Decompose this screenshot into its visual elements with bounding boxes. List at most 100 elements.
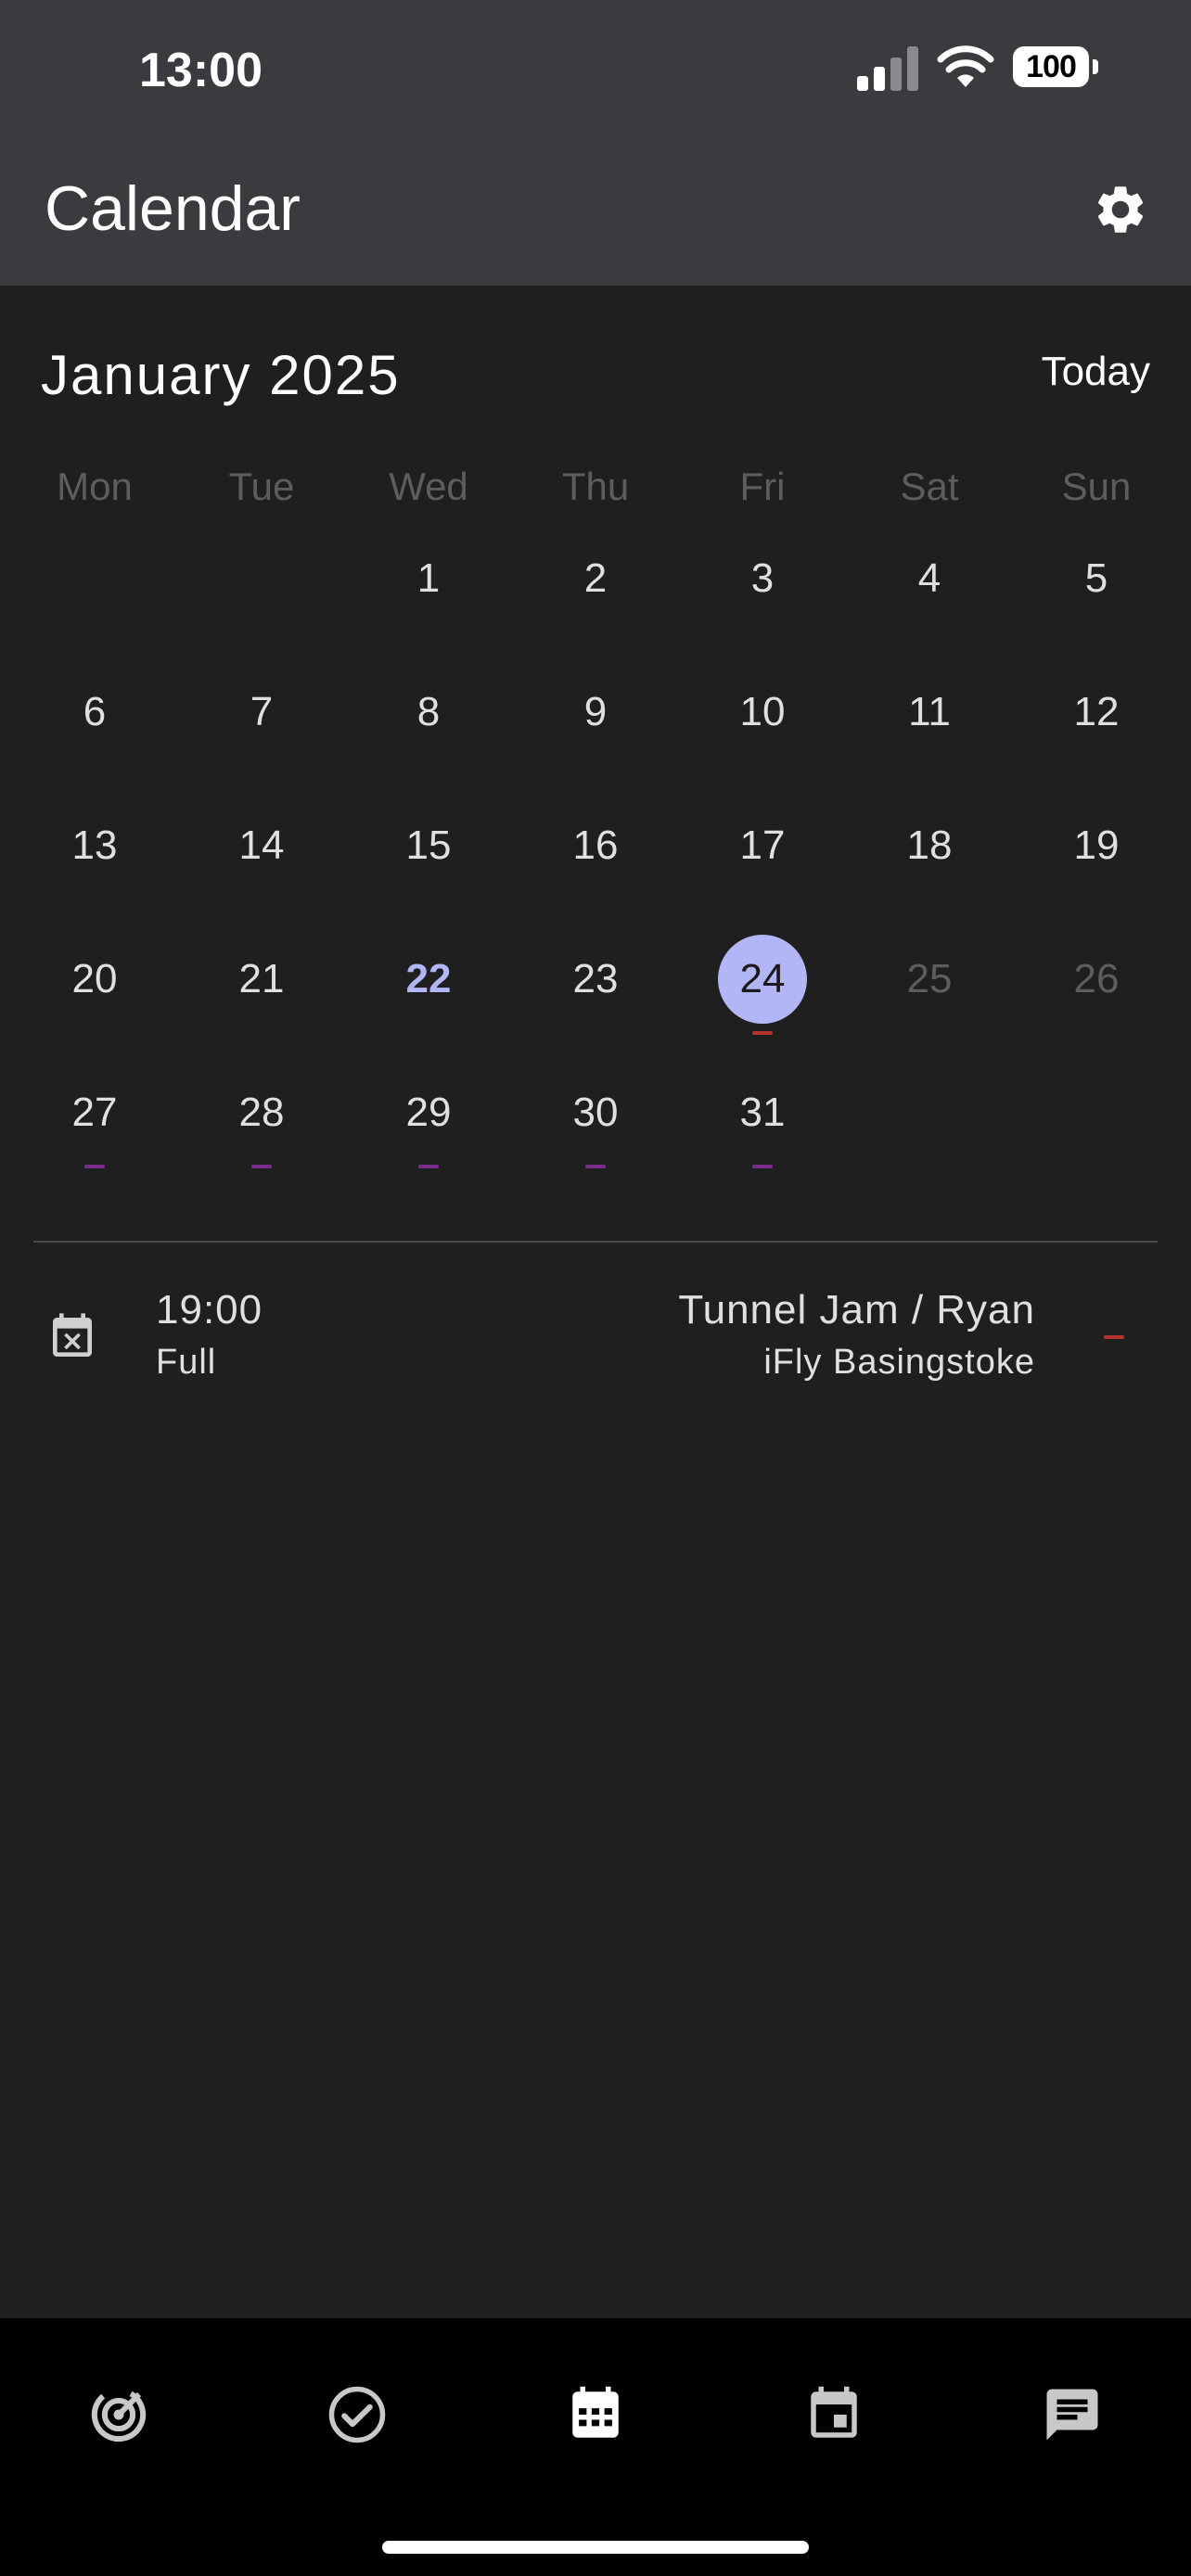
event-marker bbox=[585, 1165, 606, 1168]
day-cell[interactable]: 10 bbox=[679, 653, 846, 786]
day-cell[interactable]: 21 bbox=[178, 920, 345, 1053]
day-number: 9 bbox=[583, 689, 608, 734]
empty-day-cell bbox=[11, 519, 178, 653]
calendar-week: 1 2 3 4 5 bbox=[11, 519, 1180, 653]
battery-level: 100 bbox=[1013, 46, 1089, 87]
battery-nub bbox=[1093, 59, 1098, 74]
bottom-nav bbox=[0, 2318, 1191, 2576]
day-number: 16 bbox=[572, 823, 619, 868]
weekday-header: Mon Tue Wed Thu Fri Sat Sun bbox=[11, 454, 1180, 519]
day-cell[interactable]: 15 bbox=[345, 786, 512, 920]
day-number: 23 bbox=[572, 956, 619, 1001]
day-cell[interactable]: 31 bbox=[679, 1053, 846, 1187]
radar-icon bbox=[91, 2387, 147, 2442]
month-title: January 2025 bbox=[41, 344, 401, 406]
empty-day-cell bbox=[846, 1053, 1013, 1187]
day-cell[interactable]: 2 bbox=[512, 519, 679, 653]
weekday-label: Fri bbox=[739, 465, 786, 508]
day-number: 3 bbox=[750, 555, 775, 601]
day-cell[interactable]: 26 bbox=[1013, 920, 1180, 1053]
day-cell[interactable]: 13 bbox=[11, 786, 178, 920]
empty-day-cell bbox=[178, 519, 345, 653]
nav-events[interactable] bbox=[778, 2359, 890, 2470]
day-number: 30 bbox=[572, 1090, 619, 1135]
day-cell[interactable]: 22 bbox=[345, 920, 512, 1053]
calendar-week: 20 21 22 23 24 25 26 bbox=[11, 920, 1180, 1053]
event-marker bbox=[251, 1165, 272, 1168]
day-number: 22 bbox=[405, 956, 452, 1001]
day-cell[interactable]: 19 bbox=[1013, 786, 1180, 920]
settings-button[interactable] bbox=[1083, 172, 1158, 247]
weekday-label: Sat bbox=[900, 465, 959, 508]
day-cell[interactable]: 17 bbox=[679, 786, 846, 920]
day-number: 29 bbox=[405, 1090, 452, 1135]
day-number: 10 bbox=[739, 689, 786, 734]
status-time: 13:00 bbox=[139, 44, 263, 97]
calendar-grid: Mon Tue Wed Thu Fri Sat Sun 1 2 3 4 5 6 7 8 9 10 1… bbox=[11, 454, 1180, 1187]
day-cell[interactable]: 12 bbox=[1013, 653, 1180, 786]
day-cell[interactable]: 20 bbox=[11, 920, 178, 1053]
day-number: 27 bbox=[71, 1090, 118, 1135]
day-cell[interactable]: 5 bbox=[1013, 519, 1180, 653]
nav-messages[interactable] bbox=[1017, 2359, 1128, 2470]
nav-radar[interactable] bbox=[63, 2359, 174, 2470]
day-cell[interactable]: 1 bbox=[345, 519, 512, 653]
weekday-label: Sun bbox=[1061, 465, 1132, 508]
day-cell[interactable]: 24 bbox=[679, 920, 846, 1053]
day-number: 15 bbox=[405, 823, 452, 868]
event-marker bbox=[752, 1031, 773, 1035]
calendar-week: 6 7 8 9 10 11 12 bbox=[11, 653, 1180, 786]
day-cell[interactable]: 14 bbox=[178, 786, 345, 920]
weekday-label: Thu bbox=[561, 465, 630, 508]
calendar-week: 27 28 29 30 31 bbox=[11, 1053, 1180, 1187]
today-button[interactable]: Today bbox=[983, 349, 1150, 404]
day-cell[interactable]: 30 bbox=[512, 1053, 679, 1187]
day-cell[interactable]: 4 bbox=[846, 519, 1013, 653]
event-marker bbox=[84, 1165, 105, 1168]
event-list-item[interactable]: 19:00 Full Tunnel Jam / Ryan iFly Basing… bbox=[0, 1270, 1191, 1391]
calendar-weeks: 1 2 3 4 5 6 7 8 9 10 11 12 13 14 15 16 17 18 19 20 21 22 23 24 2… bbox=[11, 519, 1180, 1187]
day-number: 28 bbox=[238, 1090, 285, 1135]
day-cell[interactable]: 29 bbox=[345, 1053, 512, 1187]
day-number: 21 bbox=[238, 956, 285, 1001]
day-cell[interactable]: 28 bbox=[178, 1053, 345, 1187]
day-number: 26 bbox=[1073, 956, 1120, 1001]
weekday-label: Tue bbox=[228, 465, 295, 508]
calendar-week: 13 14 15 16 17 18 19 bbox=[11, 786, 1180, 920]
day-number: 20 bbox=[71, 956, 118, 1001]
event-status: Full bbox=[156, 1343, 217, 1382]
event-title: Tunnel Jam / Ryan bbox=[678, 1287, 1035, 1333]
day-cell[interactable]: 11 bbox=[846, 653, 1013, 786]
day-cell[interactable]: 27 bbox=[11, 1053, 178, 1187]
day-cell[interactable]: 16 bbox=[512, 786, 679, 920]
day-cell[interactable]: 25 bbox=[846, 920, 1013, 1053]
battery-indicator: 100 bbox=[1013, 46, 1098, 89]
divider bbox=[33, 1241, 1158, 1243]
day-number: 4 bbox=[917, 555, 941, 601]
day-cell[interactable]: 3 bbox=[679, 519, 846, 653]
status-bar: 13:00 100 bbox=[0, 0, 1191, 139]
day-number: 19 bbox=[1073, 823, 1120, 868]
day-number: 8 bbox=[416, 689, 441, 734]
day-number: 12 bbox=[1073, 689, 1120, 734]
day-number: 6 bbox=[83, 689, 107, 734]
day-number: 25 bbox=[906, 956, 953, 1001]
signal-icon bbox=[857, 46, 918, 91]
calendar-remove-icon bbox=[53, 1313, 92, 1357]
day-cell[interactable]: 8 bbox=[345, 653, 512, 786]
day-number: 5 bbox=[1084, 555, 1108, 601]
day-cell[interactable]: 9 bbox=[512, 653, 679, 786]
nav-tasks[interactable] bbox=[301, 2359, 413, 2470]
day-cell[interactable]: 23 bbox=[512, 920, 679, 1053]
weekday-label: Mon bbox=[57, 465, 133, 508]
event-marker bbox=[752, 1165, 773, 1168]
day-number: 2 bbox=[583, 555, 608, 601]
day-number: 11 bbox=[908, 689, 951, 734]
day-cell[interactable]: 18 bbox=[846, 786, 1013, 920]
empty-day-cell bbox=[1013, 1053, 1180, 1187]
day-cell[interactable]: 7 bbox=[178, 653, 345, 786]
day-cell[interactable]: 6 bbox=[11, 653, 178, 786]
day-number: 24 bbox=[739, 956, 786, 1001]
nav-calendar[interactable] bbox=[540, 2359, 651, 2470]
app-bar: Calendar bbox=[0, 139, 1191, 286]
